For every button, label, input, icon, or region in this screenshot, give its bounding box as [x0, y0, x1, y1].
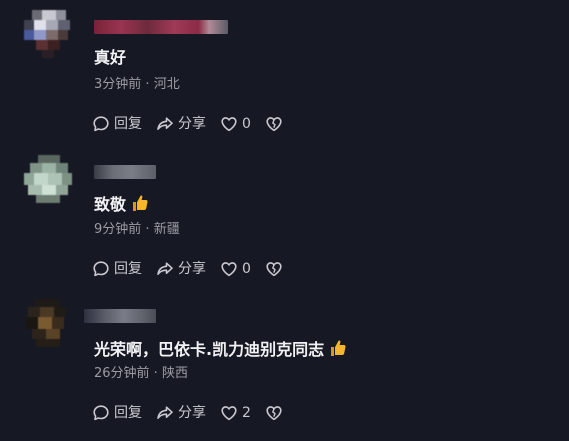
comment-actions: 回复 分享 2 [92, 403, 297, 423]
like-button[interactable]: 2 [220, 404, 251, 422]
avatar[interactable] [24, 299, 72, 347]
comment-meta: 26分钟前 · 陕西 [94, 366, 188, 381]
username-blurred[interactable] [84, 309, 156, 323]
thumbs-up-emoji-icon [331, 340, 346, 356]
dislike-button[interactable] [265, 404, 283, 422]
comment-time: 26分钟前 [94, 366, 150, 381]
comment-item: 光荣啊，巴依卡.凯力迪别克同志 26分钟前 · 陕西 回复 分享 2 [0, 0, 569, 441]
share-arrow-icon [157, 406, 173, 419]
broken-heart-icon [266, 406, 282, 421]
comment-location: 陕西 [161, 366, 188, 381]
heart-icon [221, 406, 237, 421]
like-count: 2 [242, 405, 251, 421]
reply-bubble-icon [93, 405, 109, 421]
reply-button[interactable]: 回复 [92, 404, 142, 422]
share-button[interactable]: 分享 [156, 404, 206, 422]
comment-text: 光荣啊，巴依卡.凯力迪别克同志 [94, 338, 348, 360]
